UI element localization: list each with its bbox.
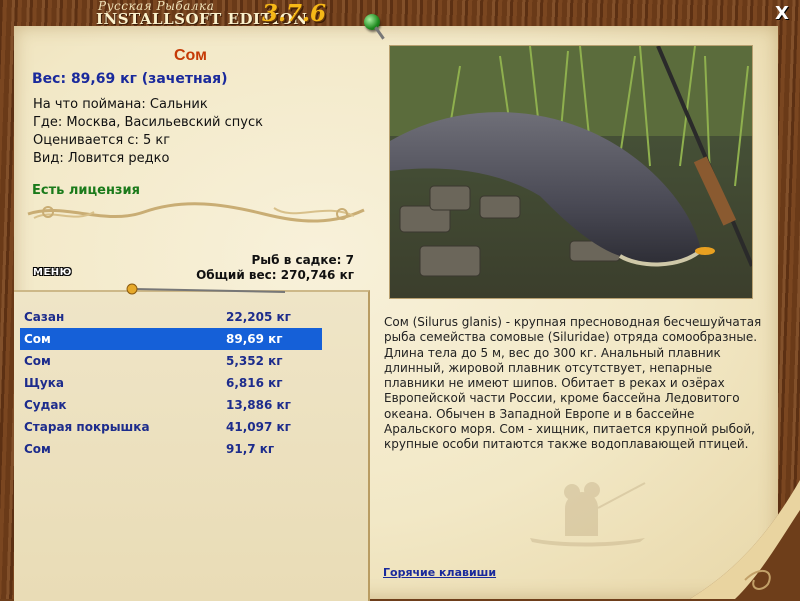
page-curl bbox=[690, 480, 800, 599]
app-version: 3.7.6 bbox=[262, 0, 327, 27]
list-item-selected[interactable]: Сом 89,69 кг bbox=[20, 328, 322, 350]
kind-info: Вид: Ловится редко bbox=[33, 151, 170, 166]
catch-weight: 13,886 кг bbox=[226, 398, 291, 412]
list-item[interactable]: Судак 13,886 кг bbox=[20, 394, 322, 416]
menu-button[interactable]: МЕНЮ bbox=[33, 267, 72, 278]
pencil-decoration bbox=[126, 283, 286, 295]
catch-name: Сом bbox=[24, 332, 51, 346]
fish-name: Сом bbox=[174, 47, 207, 64]
close-button[interactable]: X bbox=[772, 4, 792, 24]
catch-weight: 89,69 кг bbox=[226, 332, 283, 346]
catch-weight: 41,097 кг bbox=[226, 420, 291, 434]
catch-list-panel: Сазан 22,205 кг Сом 89,69 кг Сом 5,352 к… bbox=[14, 290, 370, 601]
list-item[interactable]: Щука 6,816 кг bbox=[20, 372, 322, 394]
list-item[interactable]: Сазан 22,205 кг bbox=[20, 306, 322, 328]
catch-name: Старая покрышка bbox=[24, 420, 150, 434]
catch-name: Щука bbox=[24, 376, 64, 390]
catch-name: Сом bbox=[24, 442, 51, 456]
catch-weight: 5,352 кг bbox=[226, 354, 283, 368]
fisherman-watermark bbox=[530, 482, 646, 547]
keepnet-summary: Рыб в садке: 7 Общий вес: 270,746 кг bbox=[196, 253, 354, 283]
list-item[interactable]: Старая покрышка 41,097 кг bbox=[20, 416, 322, 438]
list-item[interactable]: Сом 5,352 кг bbox=[20, 350, 322, 372]
keepnet-count: Рыб в садке: 7 bbox=[251, 253, 355, 267]
catch-name: Судак bbox=[24, 398, 67, 412]
catch-name: Сом bbox=[24, 354, 51, 368]
catch-weight: 6,816 кг bbox=[226, 376, 283, 390]
catch-weight: 22,205 кг bbox=[226, 310, 291, 324]
fish-description: Сом (Silurus glanis) - крупная пресновод… bbox=[384, 315, 762, 452]
fish-info: На что поймана: Сальник Где: Москва, Вас… bbox=[33, 96, 263, 168]
catch-weight: 91,7 кг bbox=[226, 442, 275, 456]
list-item[interactable]: Сом 91,7 кг bbox=[20, 438, 322, 460]
license-status: Есть лицензия bbox=[32, 183, 140, 198]
keepnet-total: Общий вес: 270,746 кг bbox=[196, 268, 354, 282]
location-info: Где: Москва, Васильевский спуск bbox=[33, 115, 263, 130]
bait-info: На что поймана: Сальник bbox=[33, 97, 208, 112]
fish-weight: Вес: 89,69 кг (зачетная) bbox=[32, 71, 228, 87]
hotkeys-link[interactable]: Горячие клавиши bbox=[383, 566, 496, 579]
catch-name: Сазан bbox=[24, 310, 65, 324]
ornament-divider bbox=[27, 202, 365, 223]
fish-photo bbox=[390, 46, 752, 298]
rating-info: Оценивается с: 5 кг bbox=[33, 133, 171, 148]
